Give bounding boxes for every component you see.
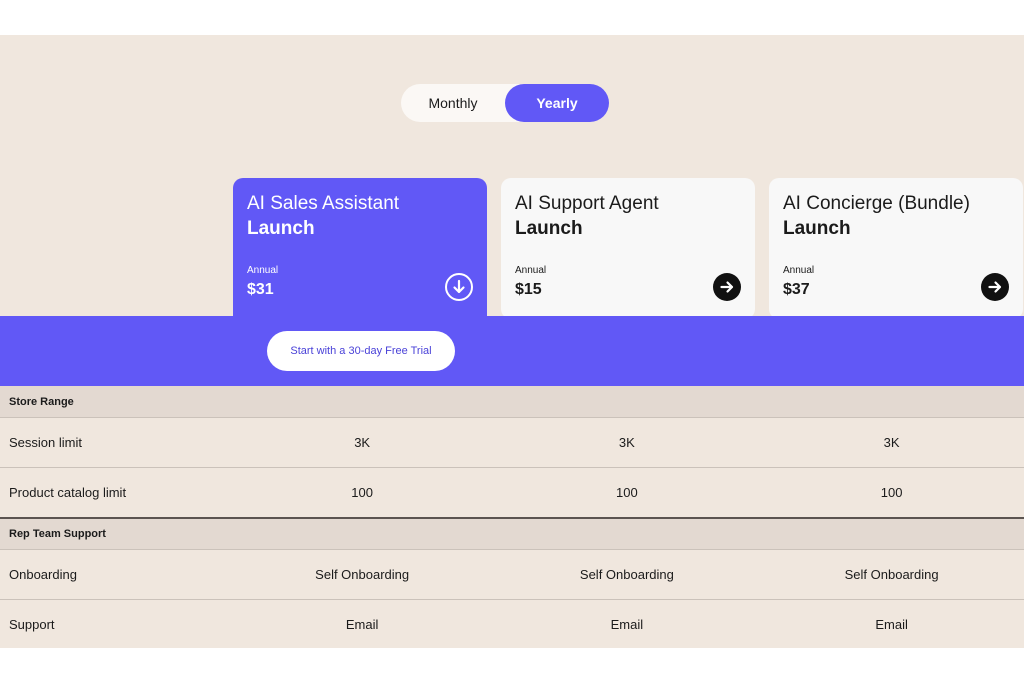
- arrow-down-circle-icon[interactable]: [445, 273, 473, 301]
- table-cell: Email: [610, 617, 644, 632]
- plan-period: Annual: [783, 265, 815, 276]
- table-cell: Self Onboarding: [579, 567, 674, 582]
- plan-card-concierge-bundle[interactable]: AI Concierge (Bundle) Launch Annual $37: [769, 178, 1023, 319]
- table-cell: Self Onboarding: [315, 567, 410, 582]
- arrow-right-circle-icon[interactable]: [981, 273, 1009, 301]
- plan-period: Annual: [247, 265, 279, 276]
- table-cell: 100: [880, 485, 903, 500]
- plan-price: $15: [515, 281, 542, 298]
- table-cell: 100: [351, 485, 373, 500]
- row-label: Product catalog limit: [9, 485, 127, 500]
- plan-name: AI Support Agent: [515, 193, 659, 214]
- plan-price: $31: [247, 281, 274, 298]
- table-cell: 3K: [354, 435, 371, 450]
- plan-name: AI Sales Assistant: [247, 193, 400, 214]
- row-label: Support: [9, 617, 55, 632]
- cta-band: [0, 316, 1024, 386]
- table-cell: 100: [616, 485, 638, 500]
- free-trial-button[interactable]: Start with a 30-day Free Trial: [267, 331, 455, 371]
- plan-card-support-agent[interactable]: AI Support Agent Launch Annual $15: [501, 178, 755, 319]
- table-row: Support Email Email Email: [0, 599, 1024, 649]
- table-row: Session limit 3K 3K 3K: [0, 417, 1024, 467]
- section-header: Rep Team Support: [0, 517, 1024, 549]
- row-label: Session limit: [9, 435, 82, 450]
- plan-tier: Launch: [515, 218, 583, 239]
- toggle-monthly[interactable]: Monthly: [401, 84, 505, 122]
- table-cell: Self Onboarding: [844, 567, 939, 582]
- table-row: Onboarding Self Onboarding Self Onboardi…: [0, 549, 1024, 599]
- billing-toggle[interactable]: Monthly Yearly: [401, 84, 609, 122]
- plan-tier: Launch: [783, 218, 851, 239]
- plan-price: $37: [783, 281, 810, 298]
- table-cell: 3K: [883, 435, 900, 450]
- section-header: Store Range: [0, 386, 1024, 417]
- pricing-page: Monthly Yearly AI Sales Assistant Launch…: [0, 35, 1024, 648]
- plan-tier: Launch: [247, 218, 315, 239]
- plan-card-sales-assistant[interactable]: AI Sales Assistant Launch Annual $31: [233, 178, 487, 323]
- table-row: Product catalog limit 100 100 100: [0, 467, 1024, 517]
- plan-period: Annual: [515, 265, 547, 276]
- plan-name: AI Concierge (Bundle): [783, 193, 970, 214]
- table-cell: 3K: [618, 435, 635, 450]
- arrow-right-circle-icon[interactable]: [713, 273, 741, 301]
- table-cell: Email: [875, 617, 908, 632]
- table-cell: Email: [345, 617, 379, 632]
- feature-table: Store Range Session limit 3K 3K 3K Produ…: [0, 386, 1024, 649]
- row-label: Onboarding: [9, 567, 77, 582]
- toggle-yearly[interactable]: Yearly: [505, 84, 609, 122]
